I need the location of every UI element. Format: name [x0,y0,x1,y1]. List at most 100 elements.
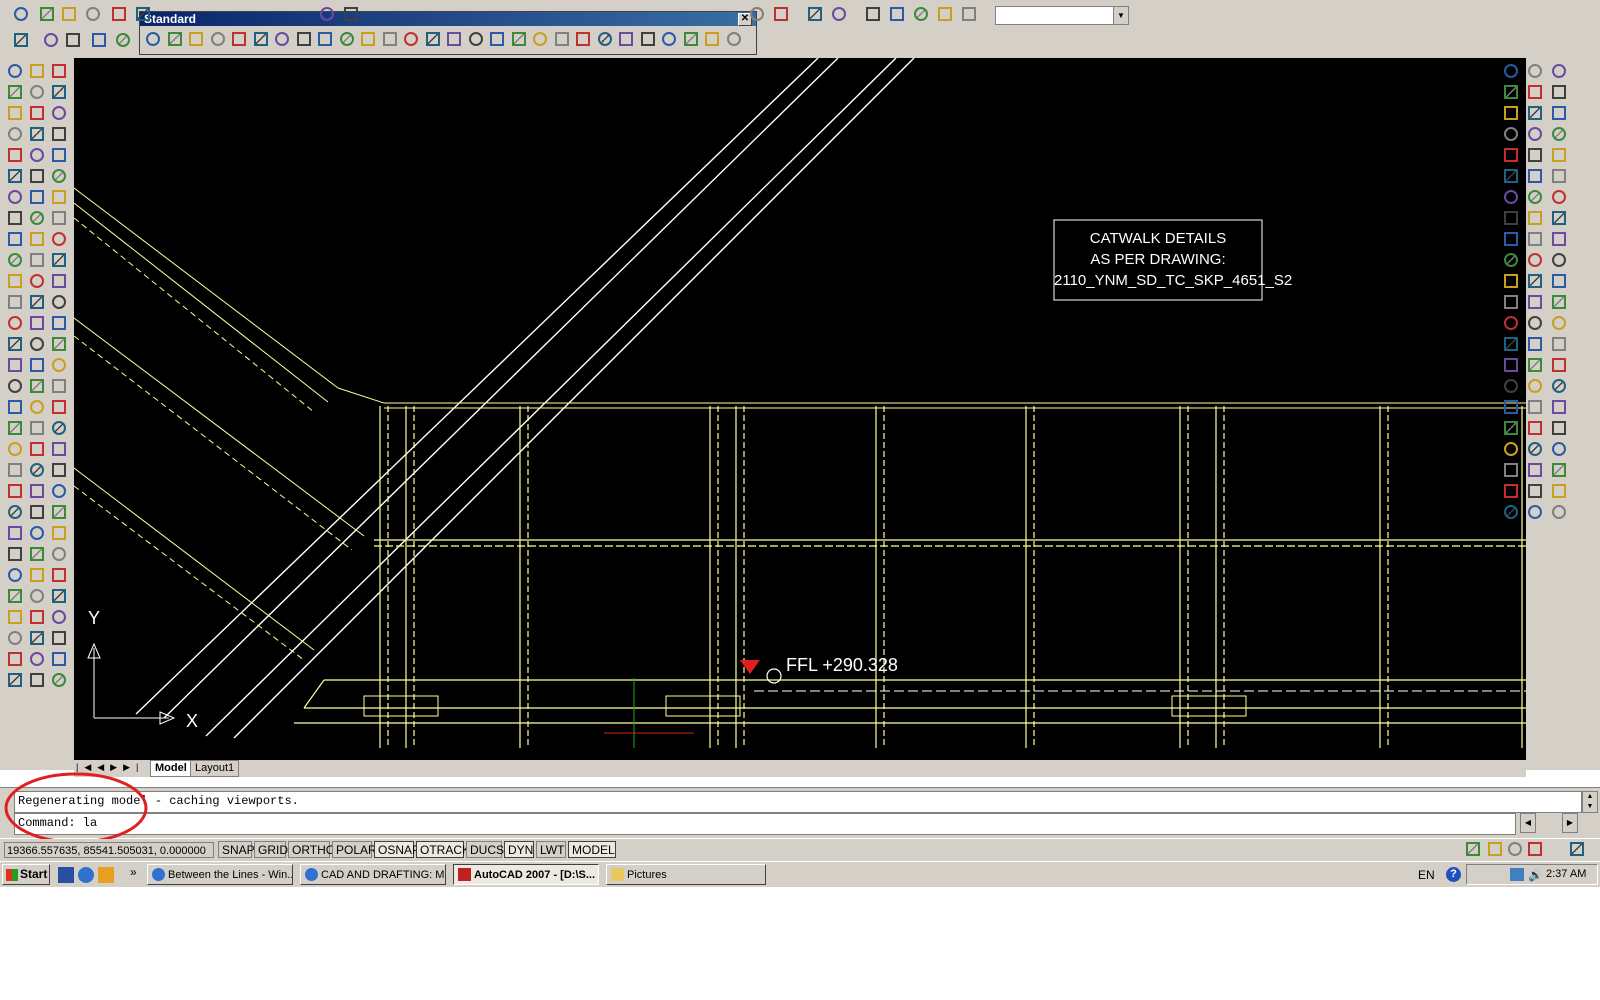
cad-tool-icon[interactable] [296,32,311,46]
cad-tool-icon[interactable] [8,526,22,540]
cad-tool-icon[interactable] [1528,274,1542,288]
status-tray-icon[interactable] [1570,842,1584,856]
cad-tool-icon[interactable] [8,400,22,414]
cad-tool-icon[interactable] [1552,106,1566,120]
cad-tool-icon[interactable] [1552,85,1566,99]
cad-tool-icon[interactable] [750,7,764,21]
cad-tool-icon[interactable] [597,32,612,46]
cad-tool-icon[interactable] [1504,169,1518,183]
cad-tool-icon[interactable] [52,463,66,477]
cad-tool-icon[interactable] [52,442,66,456]
start-button[interactable]: Start [2,864,50,885]
status-toggle-ortho[interactable]: ORTHO [288,841,335,858]
cad-tool-icon[interactable] [30,568,44,582]
cad-tool-icon[interactable] [1528,253,1542,267]
cad-tool-icon[interactable] [8,379,22,393]
cad-tool-icon[interactable] [1504,358,1518,372]
cad-tool-icon[interactable] [30,526,44,540]
cad-tool-icon[interactable] [112,7,126,21]
taskbar-item-cad-and-drafting[interactable]: CAD AND DRAFTING: Ma... [300,864,446,885]
cad-tool-icon[interactable] [1552,463,1566,477]
cad-tool-icon[interactable] [1504,337,1518,351]
cad-tool-icon[interactable] [30,295,44,309]
cad-tool-icon[interactable] [705,32,719,46]
cad-tool-icon[interactable] [92,33,106,47]
cad-tool-icon[interactable] [1504,484,1518,498]
cad-tool-icon[interactable] [914,7,928,21]
cad-tool-icon[interactable] [447,32,461,46]
cad-tool-icon[interactable] [832,7,846,21]
cad-tool-icon[interactable] [1504,442,1518,456]
cad-tool-icon[interactable] [52,379,66,393]
cad-tool-icon[interactable] [30,148,44,162]
cad-tool-icon[interactable] [1528,337,1542,351]
taskbar-item-between-the-lines[interactable]: Between the Lines - Win... [147,864,293,885]
cad-tool-icon[interactable] [52,169,66,183]
cad-tool-icon[interactable] [361,32,375,46]
cad-tool-icon[interactable] [30,211,44,225]
cad-tool-icon[interactable] [52,232,66,246]
cad-tool-icon[interactable] [52,337,66,351]
cad-tool-icon[interactable] [468,32,483,46]
cad-tool-icon[interactable] [30,274,44,288]
cad-tool-icon[interactable] [1528,295,1542,309]
cad-tool-icon[interactable] [52,64,66,78]
chevron-down-icon[interactable]: ▼ [1113,7,1128,24]
cad-tool-icon[interactable] [683,32,698,46]
cad-tool-icon[interactable] [511,32,526,46]
cad-tool-icon[interactable] [52,358,66,372]
cad-tool-icon[interactable] [30,631,44,645]
status-tray-icon[interactable] [1488,842,1502,856]
cad-tool-icon[interactable] [533,32,547,46]
cad-tool-icon[interactable] [8,232,22,246]
cad-tool-icon[interactable] [1528,127,1542,141]
cad-tool-icon[interactable] [30,190,44,204]
cad-tool-icon[interactable] [62,7,76,21]
cad-tool-icon[interactable] [1528,463,1542,477]
tab-layout1[interactable]: Layout1 [190,760,240,777]
cad-tool-icon[interactable] [8,85,22,99]
cad-tool-icon[interactable] [30,547,44,561]
cad-tool-icon[interactable] [1528,232,1542,246]
layer-dropdown[interactable]: ▼ [995,6,1129,25]
cad-tool-icon[interactable] [1528,358,1542,372]
cad-tool-icon[interactable] [1552,232,1566,246]
cad-tool-icon[interactable] [425,32,440,46]
cad-tool-icon[interactable] [8,295,22,309]
cad-tool-icon[interactable] [30,358,44,372]
cad-tool-icon[interactable] [1504,421,1518,435]
cad-tool-icon[interactable] [8,442,22,456]
status-tray-icon[interactable] [1508,842,1522,856]
cad-tool-icon[interactable] [8,169,22,183]
help-icon[interactable]: ? [1446,867,1461,882]
cad-tool-icon[interactable] [1552,64,1566,78]
cad-tool-icon[interactable] [189,32,203,46]
volume-icon[interactable]: 🔊 [1528,868,1543,882]
cad-tool-icon[interactable] [52,589,66,603]
cad-tool-icon[interactable] [1504,274,1518,288]
cad-tool-icon[interactable] [1552,505,1566,519]
cad-tool-icon[interactable] [1528,211,1542,225]
cad-tool-icon[interactable] [66,33,80,47]
cad-tool-icon[interactable] [116,33,130,47]
cad-tool-icon[interactable] [1528,505,1542,519]
status-toggle-model[interactable]: MODEL [568,841,616,858]
cad-tool-icon[interactable] [52,106,66,120]
cad-tool-icon[interactable] [136,7,150,21]
cad-tool-icon[interactable] [1504,463,1518,477]
cad-tool-icon[interactable] [52,85,66,99]
cad-tool-icon[interactable] [1504,127,1518,141]
cad-tool-icon[interactable] [1504,106,1518,120]
cad-tool-icon[interactable] [1528,484,1542,498]
status-toggle-dyn[interactable]: DYN [504,841,534,858]
cad-tool-icon[interactable] [1528,379,1542,393]
cad-tool-icon[interactable] [30,400,44,414]
cad-tool-icon[interactable] [30,610,44,624]
cad-tool-icon[interactable] [1504,64,1518,78]
cad-tool-icon[interactable] [1552,358,1566,372]
cad-tool-icon[interactable] [52,568,66,582]
cad-tool-icon[interactable] [640,32,655,46]
cad-tool-icon[interactable] [8,652,22,666]
cad-tool-icon[interactable] [1528,106,1542,120]
cad-tool-icon[interactable] [1552,442,1566,456]
